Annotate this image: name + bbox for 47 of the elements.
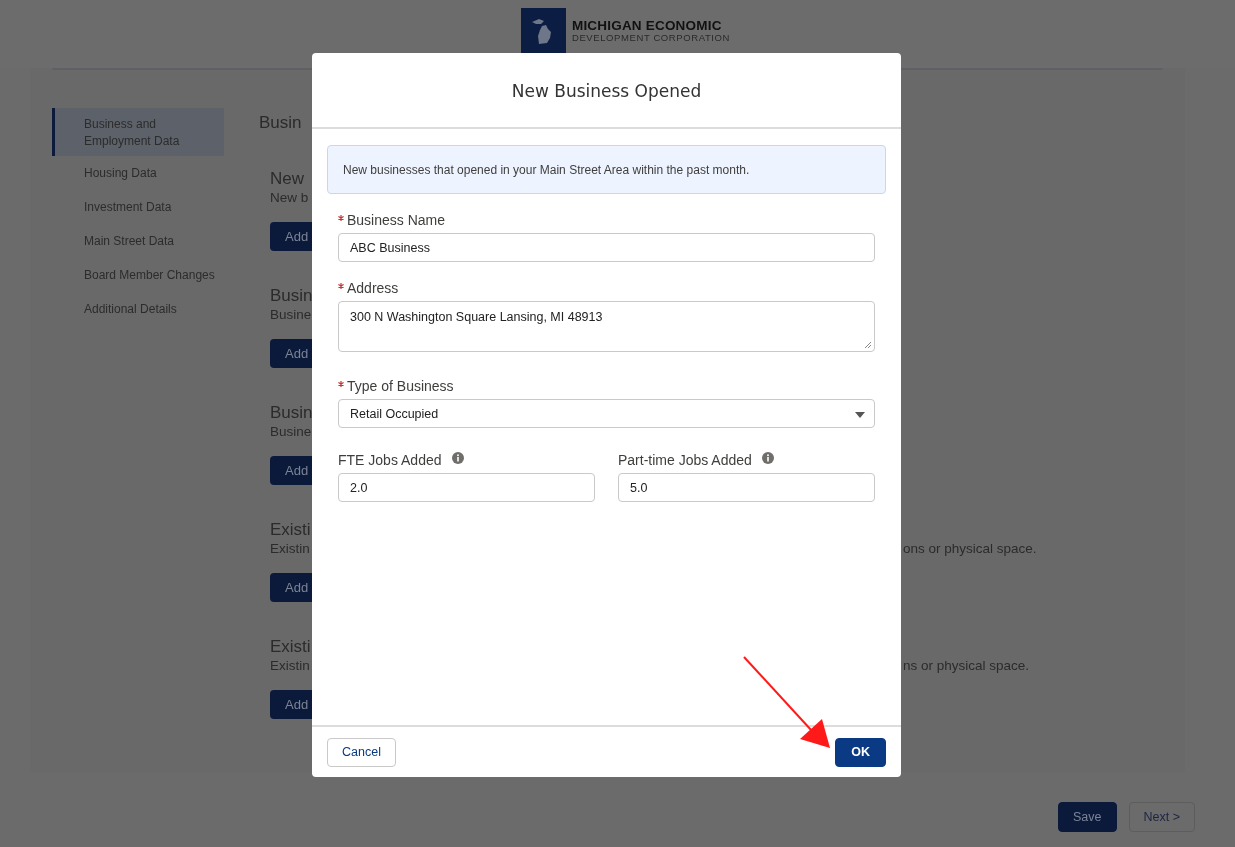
add-button[interactable]: Add	[270, 222, 312, 251]
section-title: New	[270, 169, 304, 189]
page-heading: Busin	[259, 112, 302, 134]
select-field[interactable]: Retail Occupied	[338, 399, 875, 428]
info-icon[interactable]	[761, 452, 774, 464]
section-description: Existin	[270, 657, 311, 675]
sidebar-item[interactable]: Additional Details	[52, 293, 237, 326]
modal-title: New Business Opened	[511, 80, 702, 101]
section-title: Existi	[270, 520, 311, 540]
field-label: Type of Business	[347, 377, 454, 395]
field-label: FTE Jobs Added	[338, 451, 442, 469]
field-label: Address	[347, 279, 399, 297]
input-field[interactable]: 5.0	[618, 473, 875, 502]
sidebar-item[interactable]: Board Member Changes	[52, 259, 237, 292]
save-button[interactable]: Save	[1058, 802, 1117, 832]
add-button[interactable]: Add	[270, 573, 312, 602]
caret-icon	[855, 412, 865, 418]
section-description: ons or physical space.	[903, 540, 1038, 558]
info-icon[interactable]	[451, 452, 464, 464]
section-title: Busin	[270, 403, 313, 423]
input-field[interactable]: ABC Business	[338, 233, 875, 262]
section-description: Existin	[270, 540, 311, 558]
next-button[interactable]: Next >	[1128, 802, 1195, 832]
sidebar-item[interactable]: Investment Data	[52, 191, 237, 224]
field-label: Part-time Jobs Added	[618, 451, 752, 469]
section-description: Busine	[270, 423, 312, 441]
section-title: Busin	[270, 286, 313, 306]
textarea-field[interactable]: 300 N Washington Square Lansing, MI 48913	[338, 301, 875, 352]
cancel-button[interactable]: Cancel	[327, 737, 396, 767]
input-field[interactable]: 2.0	[338, 473, 595, 502]
section-title: Existi	[270, 637, 311, 657]
section-description: New b	[270, 189, 310, 207]
logo-title: MICHIGAN ECONOMIC	[571, 18, 723, 33]
info-message: New businesses that opened in your Main Street Area within the past month.	[327, 145, 886, 194]
field-label: Business Name	[347, 211, 446, 229]
section-description: ns or physical space.	[903, 657, 1031, 675]
sidebar-item[interactable]: Business and Employment Data	[52, 108, 224, 156]
sidebar-item[interactable]: Housing Data	[52, 157, 237, 190]
add-button[interactable]: Add	[270, 690, 312, 719]
logo-subtitle: DEVELOPMENT CORPORATION	[571, 32, 731, 43]
add-button[interactable]: Add	[270, 339, 312, 368]
resize-grip-icon[interactable]	[864, 341, 872, 349]
add-button[interactable]: Add	[270, 456, 312, 485]
logo-icon	[520, 8, 566, 53]
ok-button[interactable]: OK	[835, 737, 886, 767]
sidebar-item[interactable]: Main Street Data	[52, 225, 237, 258]
section-description: Busine	[270, 306, 312, 324]
